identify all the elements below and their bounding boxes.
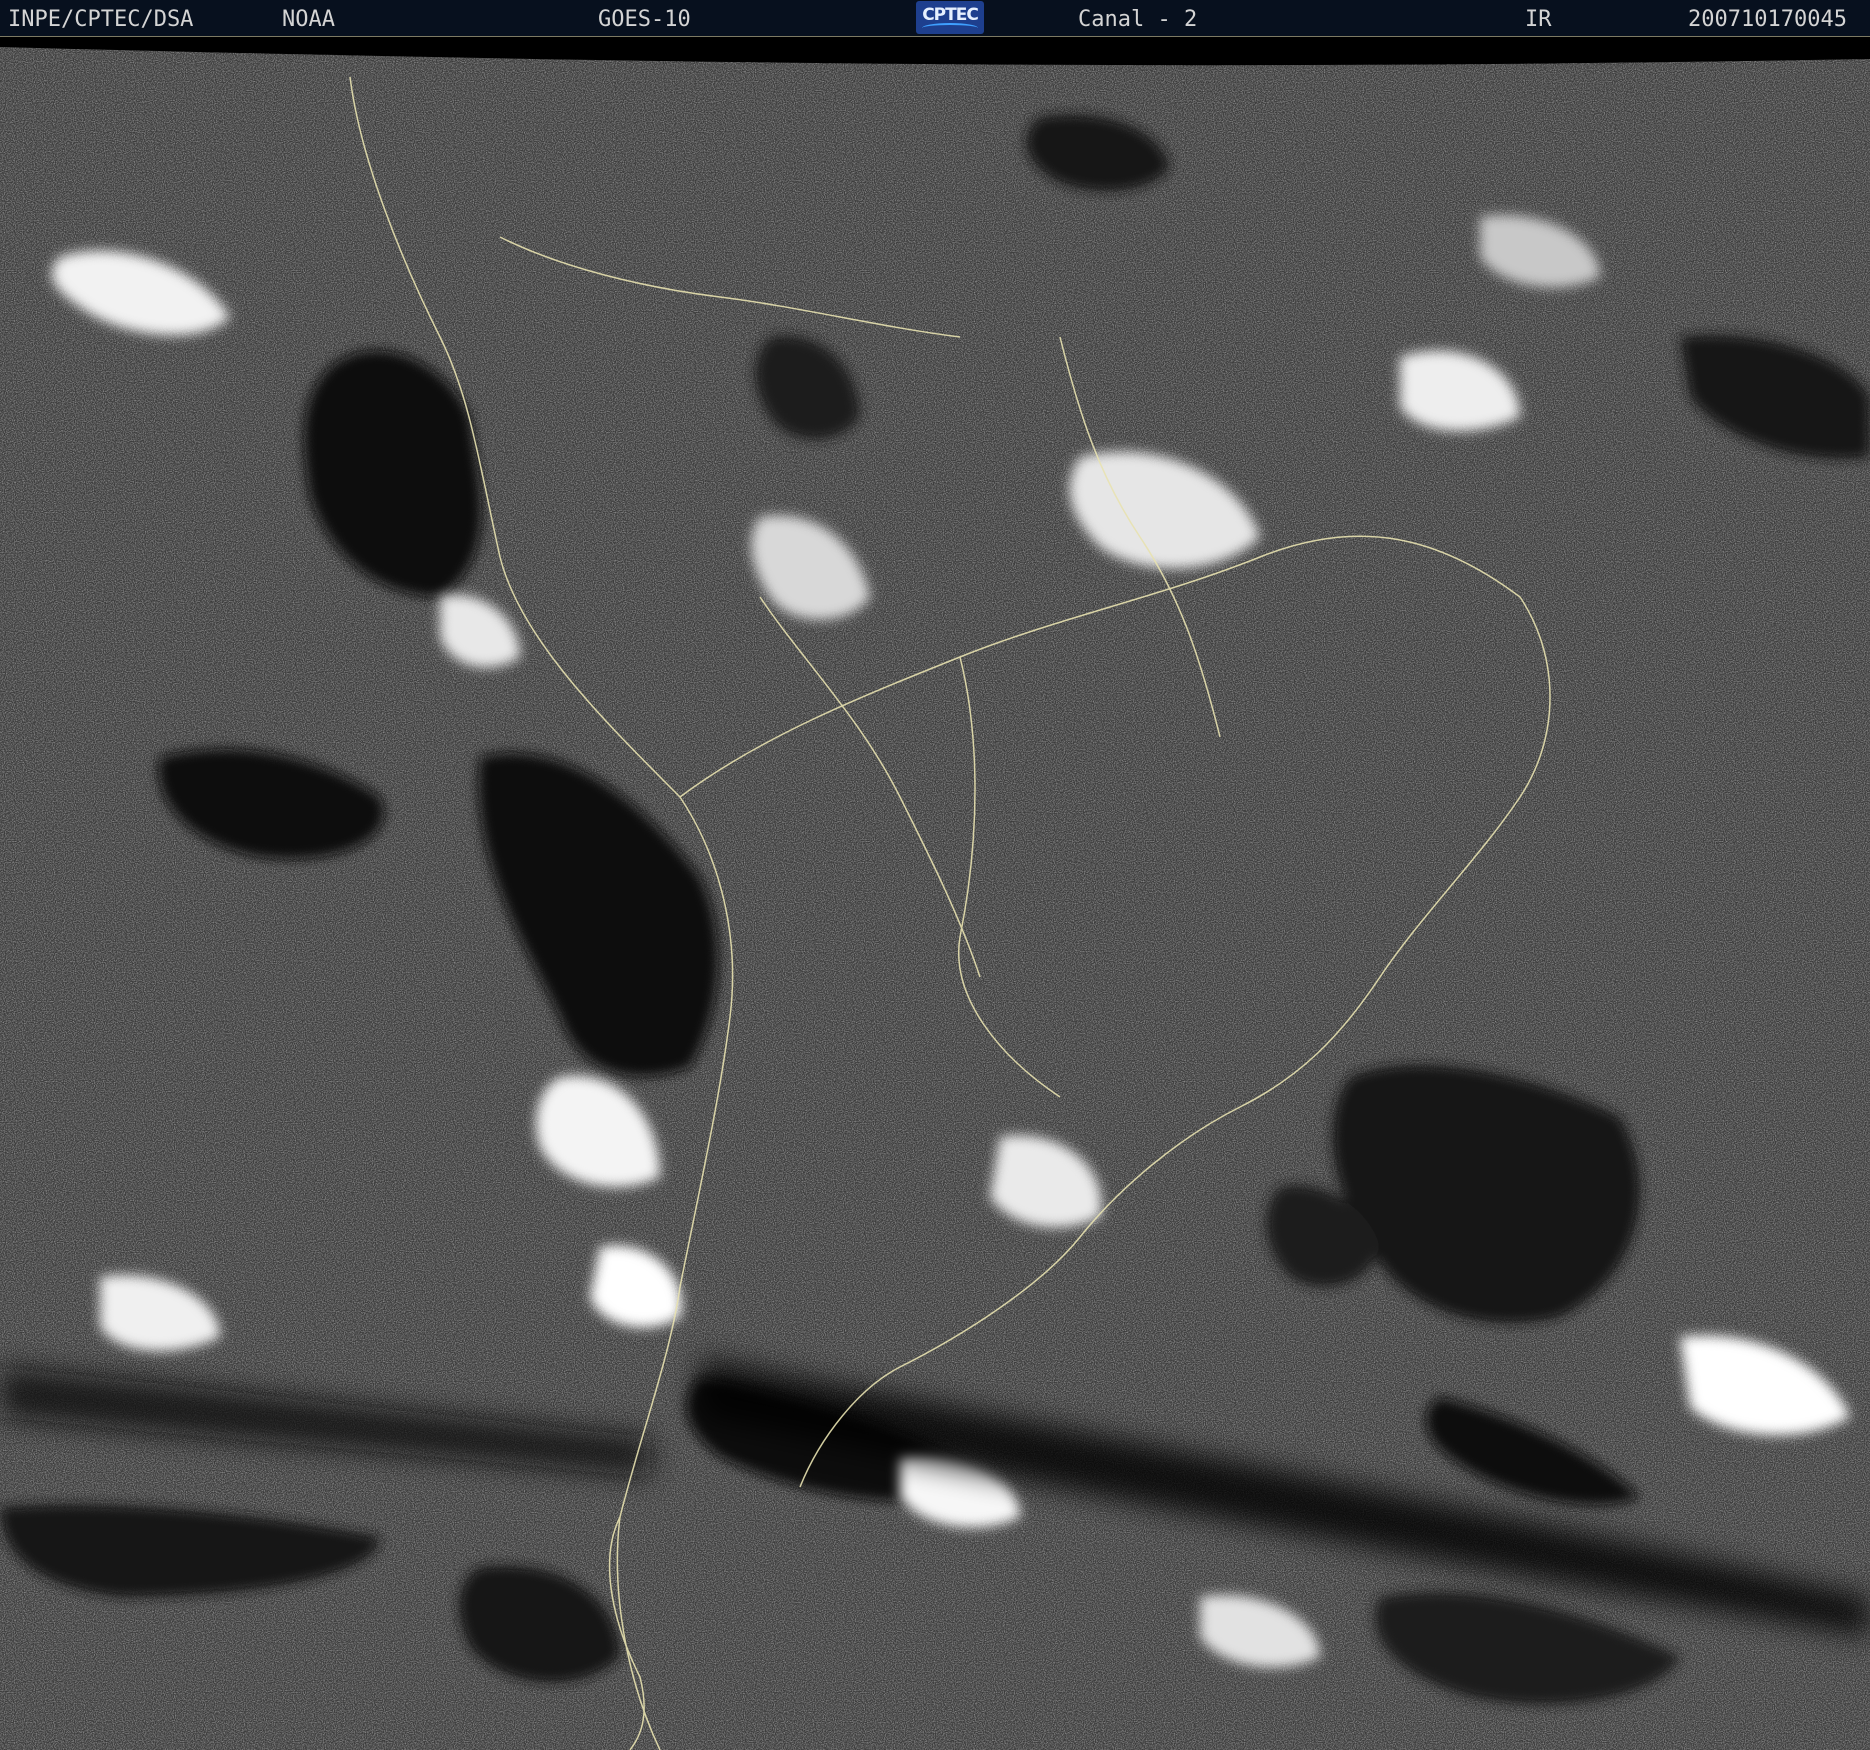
agency-label: NOAA — [282, 7, 335, 32]
channel-label: Canal - 2 — [1078, 7, 1198, 32]
satellite-image — [0, 37, 1870, 1750]
satellite-image-svg — [0, 37, 1870, 1750]
satellite-label: GOES-10 — [598, 7, 691, 32]
timestamp-label: 200710170045 — [1688, 7, 1847, 32]
logo-swoosh-icon — [922, 23, 978, 33]
logo-text: CPTEC — [922, 5, 979, 25]
institution-label: INPE/CPTEC/DSA — [8, 7, 194, 32]
band-label: IR — [1525, 7, 1552, 32]
header-bar: INPE/CPTEC/DSA NOAA GOES-10 CPTEC Canal … — [0, 0, 1870, 37]
cptec-logo: CPTEC — [916, 1, 984, 34]
